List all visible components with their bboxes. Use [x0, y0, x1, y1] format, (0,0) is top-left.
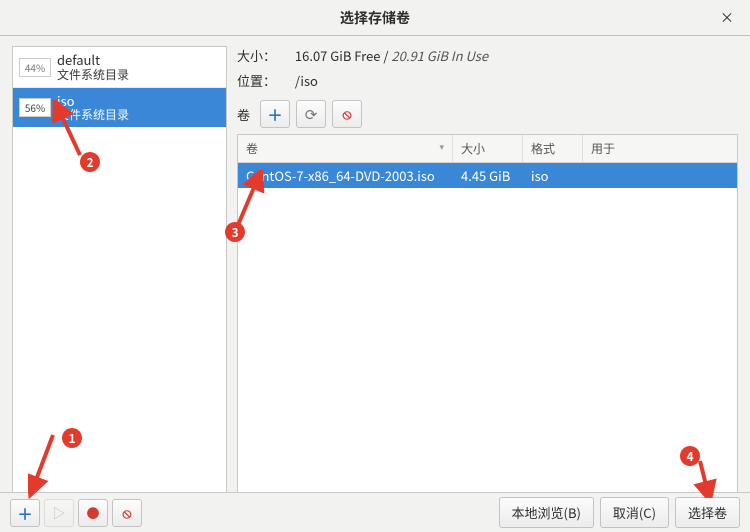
cell-size: 4.45 GiB: [453, 163, 523, 188]
stop-icon: ●: [86, 503, 99, 522]
pool-item-default[interactable]: 44% default 文件系统目录: [13, 47, 226, 87]
cell-format: iso: [523, 163, 583, 188]
delete-icon: ⦸: [342, 104, 351, 124]
titlebar: 选择存储卷 ×: [0, 0, 750, 36]
col-header-size[interactable]: 大小: [453, 135, 523, 162]
location-value: /iso: [295, 71, 318, 90]
pool-type: 文件系统目录: [57, 108, 129, 122]
location-row: 位置： /iso: [237, 71, 738, 90]
plus-icon: ＋: [17, 501, 33, 525]
pool-usage-badge: 56%: [19, 98, 51, 117]
size-label: 大小：: [237, 46, 292, 65]
refresh-button[interactable]: ⟳: [296, 100, 326, 128]
location-label: 位置：: [237, 71, 292, 90]
table-row[interactable]: CentOS-7-x86_64-DVD-2003.iso 4.45 GiB is…: [238, 163, 737, 188]
pool-usage-badge: 44%: [19, 58, 51, 77]
choose-volume-button[interactable]: 选择卷: [675, 497, 740, 528]
main-area: 44% default 文件系统目录 56% iso 文件系统目录 大小： 16…: [0, 36, 750, 494]
bottom-bar: ＋ ▷ ● ⦸ 本地浏览(B) 取消(C) 选择卷: [0, 492, 750, 532]
table-header: 卷 大小 格式 用于: [238, 135, 737, 163]
delete-pool-button[interactable]: ⦸: [112, 499, 142, 527]
play-icon: ▷: [52, 503, 65, 522]
delete-icon: ⦸: [122, 503, 131, 523]
start-pool-button[interactable]: ▷: [44, 499, 74, 527]
col-header-format[interactable]: 格式: [523, 135, 583, 162]
refresh-icon: ⟳: [305, 104, 318, 125]
volume-toolbar: 卷 ＋ ⟳ ⦸: [237, 100, 738, 128]
pool-item-iso[interactable]: 56% iso 文件系统目录: [13, 87, 226, 127]
plus-icon: ＋: [267, 102, 283, 126]
size-row: 大小： 16.07 GiB Free / 20.91 GiB In Use: [237, 46, 738, 65]
cancel-button[interactable]: 取消(C): [600, 497, 669, 528]
pool-list: 44% default 文件系统目录 56% iso 文件系统目录: [12, 46, 227, 494]
volumes-label: 卷: [237, 105, 250, 124]
add-pool-button[interactable]: ＋: [10, 499, 40, 527]
col-header-name[interactable]: 卷: [238, 135, 453, 162]
pool-details: 大小： 16.07 GiB Free / 20.91 GiB In Use 位置…: [227, 36, 750, 494]
size-free: 16.07 GiB Free: [295, 46, 381, 65]
browse-local-button[interactable]: 本地浏览(B): [499, 497, 594, 528]
cell-name: CentOS-7-x86_64-DVD-2003.iso: [238, 163, 453, 188]
add-volume-button[interactable]: ＋: [260, 100, 290, 128]
pool-type: 文件系统目录: [57, 68, 129, 82]
close-button[interactable]: ×: [714, 6, 740, 30]
window-title: 选择存储卷: [340, 8, 410, 28]
volume-table: 卷 大小 格式 用于 CentOS-7-x86_64-DVD-2003.iso …: [237, 134, 738, 494]
size-inuse: 20.91 GiB In Use: [391, 46, 488, 65]
cell-used: [583, 163, 737, 188]
col-header-used[interactable]: 用于: [583, 135, 737, 162]
stop-pool-button[interactable]: ●: [78, 499, 108, 527]
delete-volume-button[interactable]: ⦸: [332, 100, 362, 128]
